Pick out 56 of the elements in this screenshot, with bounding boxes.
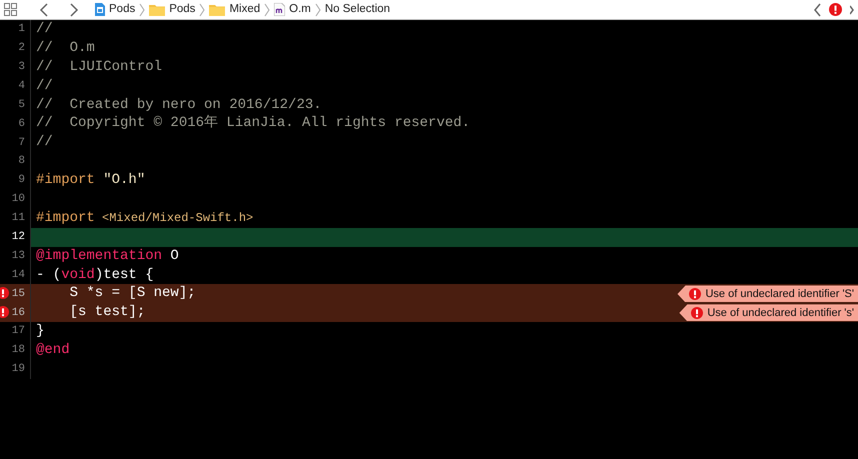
objc-file-icon [274,3,286,16]
back-icon[interactable] [39,2,49,16]
code-line: - (void)test { [36,266,154,285]
error-icon [0,287,9,300]
error-icon [691,306,704,319]
error-icon [689,288,702,300]
line-number: 16 [0,303,31,322]
line-number: 9 [0,171,31,190]
code-line: @end [36,341,70,360]
line-number: 19 [0,360,31,379]
error-icon [0,306,9,318]
folder-icon [149,3,166,16]
line-number: 4 [0,76,31,96]
error-annotation[interactable]: Use of undeclared identifier 's' [679,304,858,322]
code-line: // [36,76,53,96]
code-line: S *s = [S new]; [68,284,196,304]
line-number: 7 [0,133,31,152]
line-number: 3 [0,58,31,77]
error-annotation[interactable]: Use of undeclared identifier 'S' [677,285,858,302]
breadcrumb-item[interactable]: O.m [274,0,311,18]
folder-icon [209,3,226,16]
error-icon [829,3,842,16]
line-number: 5 [0,96,31,114]
project-file-icon [95,3,105,16]
code-line: // LJUIControl [36,58,162,77]
related-items-icon[interactable] [4,3,17,16]
line-number: 18 [0,341,31,360]
code-line: // [36,20,53,39]
line-number: 13 [0,246,31,266]
code-line: // [36,133,53,152]
code-line: #import <Mixed/Mixed-Swift.h> [36,208,254,228]
code-line: } [36,322,44,342]
line-number: 2 [0,38,31,58]
line-number: 1 [0,20,31,39]
code-line: // Created by nero on 2016/12/23. [36,96,322,114]
line-number: 8 [0,152,31,172]
line-number: 15 [0,284,31,304]
code-line: // O.m [36,38,95,58]
breadcrumb-item[interactable]: Pods [95,0,136,18]
line-number: 17 [0,322,31,342]
line-number: 11 [0,208,31,228]
code-line: @implementation O [36,246,179,266]
code-line: #import "O.h" [36,171,146,190]
chevron-icon [264,2,270,16]
chevron-icon [314,2,321,16]
line-number: 6 [0,114,31,134]
previous-issue-icon[interactable] [813,2,821,16]
line-number: 10 [0,190,31,209]
breadcrumb-item[interactable]: Mixed [209,0,260,18]
chevron-icon [199,2,206,16]
code-line: // Copyright © 2016年 LianJia. All rights reserved. [36,114,470,134]
code-line: [s test]; [68,303,146,322]
breadcrumb-item[interactable]: Pods [149,0,196,18]
chevron-icon [139,2,146,16]
breadcrumb-item[interactable]: No Selection [324,0,390,18]
forward-icon[interactable] [69,2,79,16]
